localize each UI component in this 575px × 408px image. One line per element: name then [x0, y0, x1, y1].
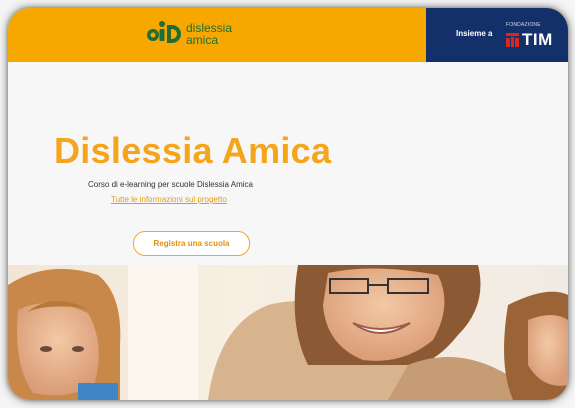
page-subtitle: Corso di e-learning per scuole Dislessia…: [88, 180, 253, 189]
page-title: Dislessia Amica: [54, 130, 332, 171]
hero-section: Dislessia Amica Corso di e-learning per …: [8, 62, 568, 265]
teacher-students-photo: [8, 265, 568, 400]
register-school-button[interactable]: Registra una scuola: [133, 231, 250, 256]
fondazione-label: FONDAZIONE: [506, 22, 541, 28]
tim-logo: TIM: [506, 30, 553, 50]
insieme-label: Insieme a: [456, 29, 493, 38]
fondazione-tim-partner[interactable]: Insieme a FONDAZIONE TIM: [426, 8, 568, 62]
project-info-link[interactable]: Tutte le informazioni sul progetto: [111, 195, 227, 204]
logo-line-2: amica: [186, 33, 219, 47]
aid-logo-icon: [146, 19, 184, 49]
tim-wordmark: TIM: [522, 30, 553, 49]
app-window: dislessia amica Insieme a FONDAZIONE TIM…: [8, 8, 568, 400]
tim-mark-icon: [506, 33, 519, 47]
dislessia-amica-logo[interactable]: dislessia amica: [146, 19, 232, 49]
top-header: dislessia amica Insieme a FONDAZIONE TIM: [8, 8, 568, 62]
